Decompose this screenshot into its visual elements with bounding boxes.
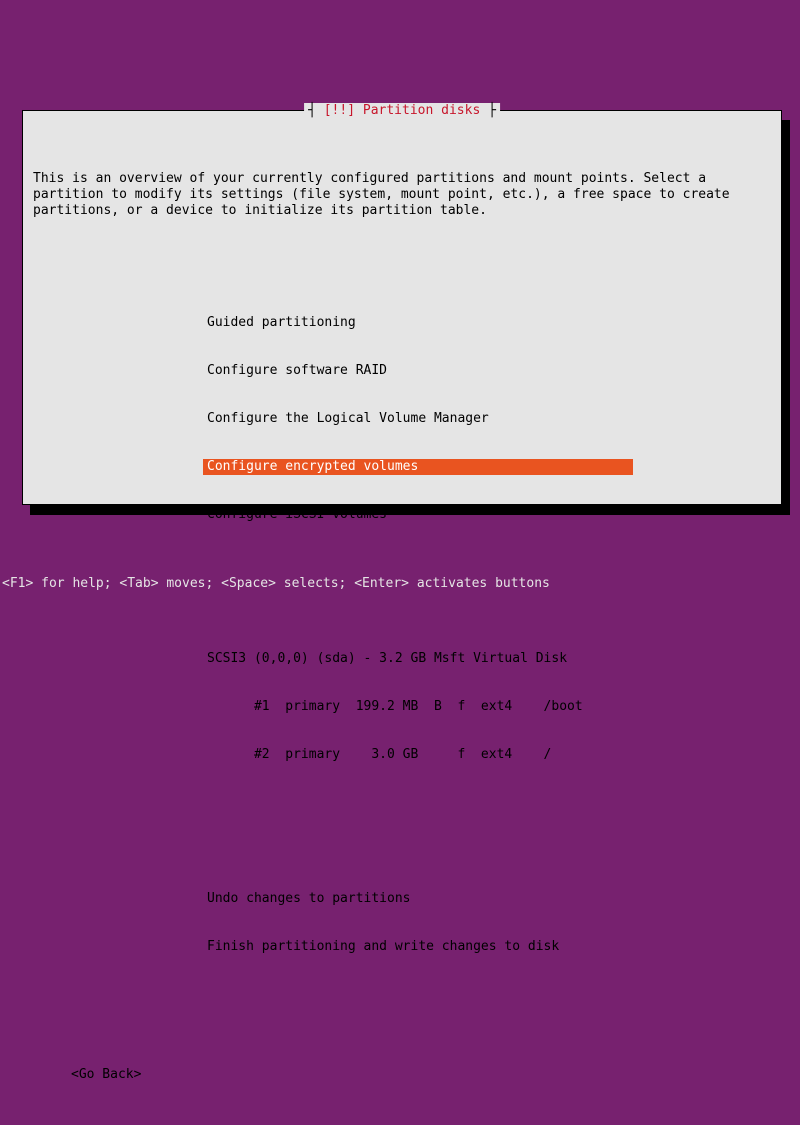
title-bracket-close: ├ <box>480 103 496 118</box>
dialog-title: ┤ [!!] Partition disks ├ <box>304 103 500 119</box>
config-menu: Guided partitioning Configure software R… <box>203 283 771 555</box>
menu-configure-iscsi[interactable]: Configure iSCSI volumes <box>203 507 391 523</box>
menu-guided-partitioning[interactable]: Guided partitioning <box>203 315 360 331</box>
partition-dialog: ┤ [!!] Partition disks ├ This is an over… <box>22 110 782 505</box>
action-undo[interactable]: Undo changes to partitions <box>203 891 415 907</box>
action-finish[interactable]: Finish partitioning and write changes to… <box>203 939 563 955</box>
disk-header[interactable]: SCSI3 (0,0,0) (sda) - 3.2 GB Msft Virtua… <box>203 651 571 667</box>
partition-2[interactable]: #2 primary 3.0 GB f ext4 / <box>203 747 555 763</box>
title-alert: [!!] <box>324 103 363 118</box>
menu-configure-lvm[interactable]: Configure the Logical Volume Manager <box>203 411 493 427</box>
dialog-body: This is an overview of your currently co… <box>23 111 781 1125</box>
partition-1[interactable]: #1 primary 199.2 MB B f ext4 /boot <box>203 699 587 715</box>
title-bracket-open: ┤ <box>308 103 324 118</box>
menu-configure-raid[interactable]: Configure software RAID <box>203 363 391 379</box>
title-text: Partition disks <box>363 103 480 118</box>
menu-configure-encrypted[interactable]: Configure encrypted volumes <box>203 459 633 475</box>
actions-section: Undo changes to partitions Finish partit… <box>203 859 771 987</box>
dialog-intro: This is an overview of your currently co… <box>33 171 771 219</box>
help-bar: <F1> for help; <Tab> moves; <Space> sele… <box>0 572 800 596</box>
disk-section: SCSI3 (0,0,0) (sda) - 3.2 GB Msft Virtua… <box>203 619 771 795</box>
go-back-button[interactable]: <Go Back> <box>71 1067 771 1083</box>
